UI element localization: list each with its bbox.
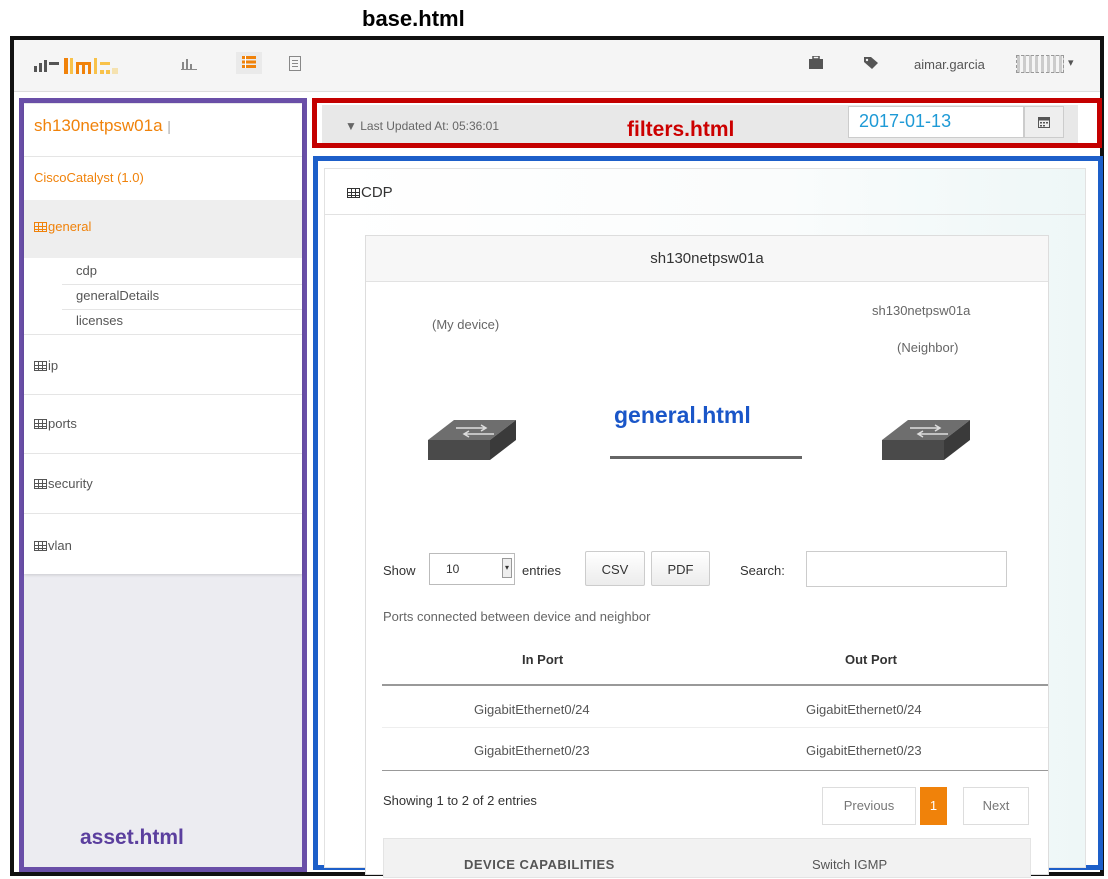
asset-title-separator: |	[167, 118, 171, 134]
sidebar-item-label: security	[48, 476, 93, 491]
device-capabilities-value: Switch IGMP	[812, 857, 888, 872]
pagination-previous[interactable]: Previous	[822, 787, 916, 825]
divider	[324, 214, 1086, 215]
last-updated-label: Last Updated At: 05:36:01	[360, 119, 500, 133]
show-label: Show	[383, 563, 416, 578]
briefcase-icon[interactable]	[809, 55, 823, 72]
column-header-in-port[interactable]: In Port	[522, 652, 563, 667]
asset-sidebar: sh130netpsw01a | CiscoCatalyst (1.0) gen…	[24, 104, 302, 574]
table-cell: GigabitEthernet0/24	[806, 702, 922, 717]
divider	[24, 513, 302, 514]
user-name[interactable]: aimar.garcia	[914, 57, 985, 72]
table-caption: Ports connected between device and neigh…	[383, 609, 651, 624]
divider	[24, 334, 302, 335]
tags-icon[interactable]	[864, 56, 880, 72]
sidebar-item-label: ports	[48, 416, 77, 431]
sidebar-item-general[interactable]: general	[24, 200, 302, 258]
card-title: sh130netpsw01a	[366, 236, 1048, 282]
table-icon	[34, 361, 47, 371]
sidebar-item-security[interactable]: security	[34, 476, 93, 491]
asset-device-name-text: sh130netpsw01a	[34, 116, 163, 135]
csv-button[interactable]: CSV	[585, 551, 645, 586]
neighbor-name: sh130netpsw01a	[872, 303, 971, 318]
table-cell: GigabitEthernet0/23	[806, 743, 922, 758]
pdf-button[interactable]: PDF	[651, 551, 710, 586]
asset-device-name: sh130netpsw01a |	[34, 116, 171, 136]
device-capabilities-row: DEVICE CAPABILITIES Switch IGMP	[383, 838, 1031, 878]
search-label: Search:	[740, 563, 785, 578]
divider	[382, 727, 1048, 728]
section-title: CDP	[347, 184, 393, 201]
sidebar-subitem-generaldetails[interactable]: generalDetails	[62, 285, 302, 310]
connection-line	[610, 456, 802, 459]
table-icon	[347, 188, 360, 198]
table-icon	[34, 222, 47, 232]
table-icon	[34, 541, 47, 551]
filters-html-label: filters.html	[627, 118, 735, 141]
my-device-label: (My device)	[432, 317, 500, 332]
table-cell: GigabitEthernet0/23	[474, 743, 590, 758]
asset-html-label: asset.html	[80, 826, 184, 849]
list-icon[interactable]	[236, 52, 262, 74]
search-input[interactable]	[806, 551, 1007, 587]
pagination-next[interactable]: Next	[963, 787, 1029, 825]
base-html-label: base.html	[362, 6, 465, 31]
sidebar-subitem-licenses[interactable]: licenses	[62, 310, 302, 335]
divider	[24, 453, 302, 454]
table-icon	[34, 419, 47, 429]
user-avatar[interactable]	[1016, 55, 1064, 73]
top-navbar: aimar.garcia ▾	[14, 40, 1100, 92]
sidebar-item-label: general	[48, 219, 92, 234]
document-icon[interactable]	[289, 56, 301, 74]
date-input[interactable]: 2017-01-13	[848, 106, 1024, 138]
asset-device-type[interactable]: CiscoCatalyst (1.0)	[34, 170, 144, 185]
device-capabilities-label: DEVICE CAPABILITIES	[464, 857, 615, 872]
general-html-label: general.html	[614, 402, 751, 428]
switch-icon	[428, 420, 516, 460]
switch-icon	[882, 420, 970, 460]
table-cell: GigabitEthernet0/24	[474, 702, 590, 717]
section-title-text: CDP	[361, 184, 393, 201]
table-icon	[34, 479, 47, 489]
sidebar-subitem-cdp[interactable]: cdp	[62, 260, 302, 285]
sidebar-item-label: ip	[48, 358, 59, 373]
chevron-down-icon[interactable]: ▾	[1068, 56, 1074, 69]
last-updated-text: ▼ Last Updated At: 05:36:01	[345, 119, 499, 133]
calendar-icon	[1038, 117, 1050, 128]
column-header-out-port[interactable]: Out Port	[845, 652, 897, 667]
sidebar-item-label: vlan	[48, 538, 72, 553]
divider	[382, 684, 1048, 686]
filter-icon: ▼	[345, 119, 357, 133]
app-logo[interactable]	[30, 52, 150, 78]
bar-chart-icon[interactable]	[181, 56, 197, 73]
neighbor-label: (Neighbor)	[897, 340, 959, 355]
pagination-page-1[interactable]: 1	[920, 787, 947, 825]
calendar-button[interactable]	[1024, 106, 1064, 138]
entries-label: entries	[522, 563, 562, 578]
divider	[24, 156, 302, 157]
sidebar-item-ip[interactable]: ip	[34, 358, 58, 373]
table-info: Showing 1 to 2 of 2 entries	[383, 793, 537, 808]
chevron-down-icon[interactable]: ▾	[502, 558, 512, 578]
sidebar-item-ports[interactable]: ports	[34, 416, 77, 431]
divider	[382, 770, 1048, 771]
sidebar-item-vlan[interactable]: vlan	[34, 538, 72, 553]
divider	[24, 394, 302, 395]
